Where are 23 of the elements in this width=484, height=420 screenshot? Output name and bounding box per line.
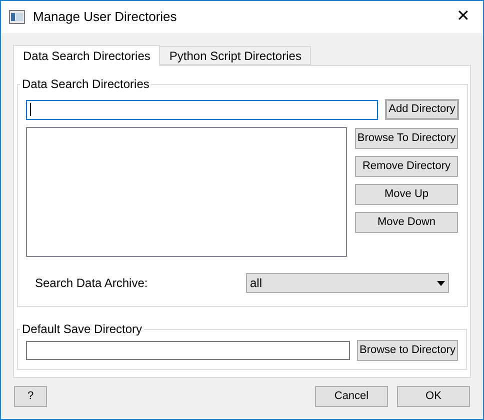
group-title: Data Search Directories [21, 76, 150, 93]
button[interactable]: Browse To Directory [355, 128, 458, 149]
text-cursor [30, 103, 31, 116]
button[interactable]: Remove Directory [355, 156, 458, 177]
button[interactable]: Move Up [355, 184, 458, 205]
button[interactable]: OK [397, 386, 470, 407]
save-directory-field[interactable] [26, 341, 350, 360]
button[interactable]: Browse to Directory [357, 340, 458, 361]
close-button[interactable]: ✕ [451, 5, 475, 29]
group-title: Default Save Directory [21, 321, 144, 338]
path-input-field[interactable] [26, 100, 378, 120]
tab[interactable]: Python Script Directories [159, 46, 312, 65]
archive-label: Search Data Archive: [35, 275, 149, 292]
window-title: Manage User Directories [33, 8, 178, 26]
dropdown-arrow-icon [437, 280, 445, 286]
directory-list[interactable] [26, 127, 347, 257]
window-app-icon [9, 10, 25, 24]
button[interactable]: ? [14, 386, 47, 407]
button[interactable]: Add Directory [385, 99, 459, 120]
button[interactable]: Cancel [315, 386, 388, 407]
archive-dropdown[interactable]: all [246, 273, 449, 293]
tab[interactable]: Data Search Directories [13, 45, 160, 66]
button[interactable]: Move Down [355, 212, 458, 233]
